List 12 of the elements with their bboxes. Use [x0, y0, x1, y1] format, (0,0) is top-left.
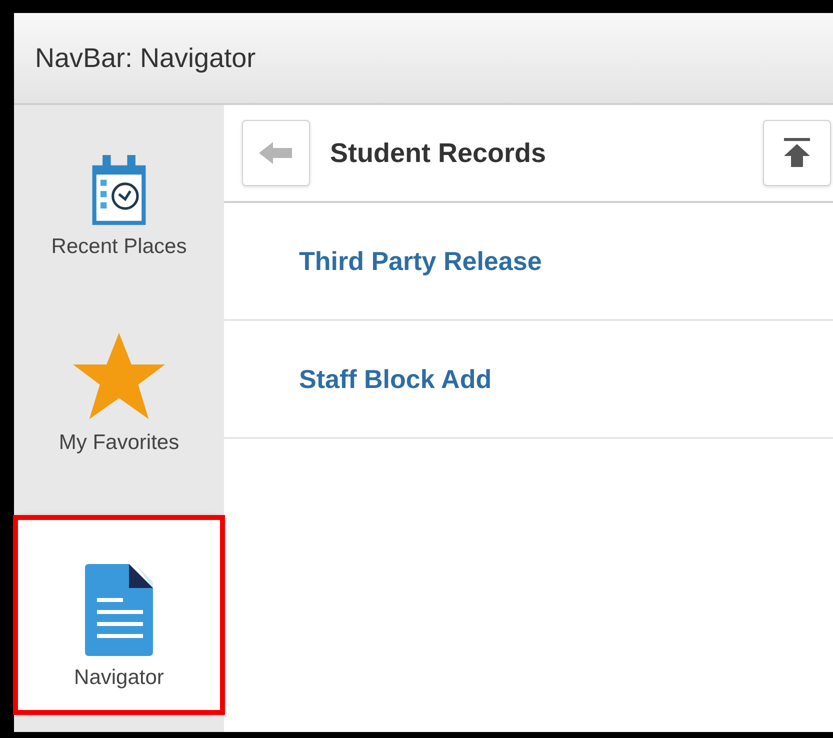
sidebar-item[interactable]: Recent Places — [18, 137, 220, 317]
arrow-to-top-icon — [783, 138, 811, 168]
left-arrow-icon — [259, 141, 293, 165]
panel-title: Student Records — [330, 138, 546, 168]
document-icon — [83, 562, 155, 658]
navigator-link[interactable]: Third Party Release — [299, 246, 542, 276]
navigator-link[interactable]: Staff Block Add — [299, 364, 492, 394]
window-title: NavBar: Navigator — [35, 42, 256, 74]
calendar-clock-icon — [90, 153, 148, 227]
sidebar-item[interactable]: Navigator — [18, 520, 220, 710]
sidebar-item[interactable]: My Favorites — [18, 317, 220, 512]
scroll-top-button[interactable] — [763, 120, 831, 186]
